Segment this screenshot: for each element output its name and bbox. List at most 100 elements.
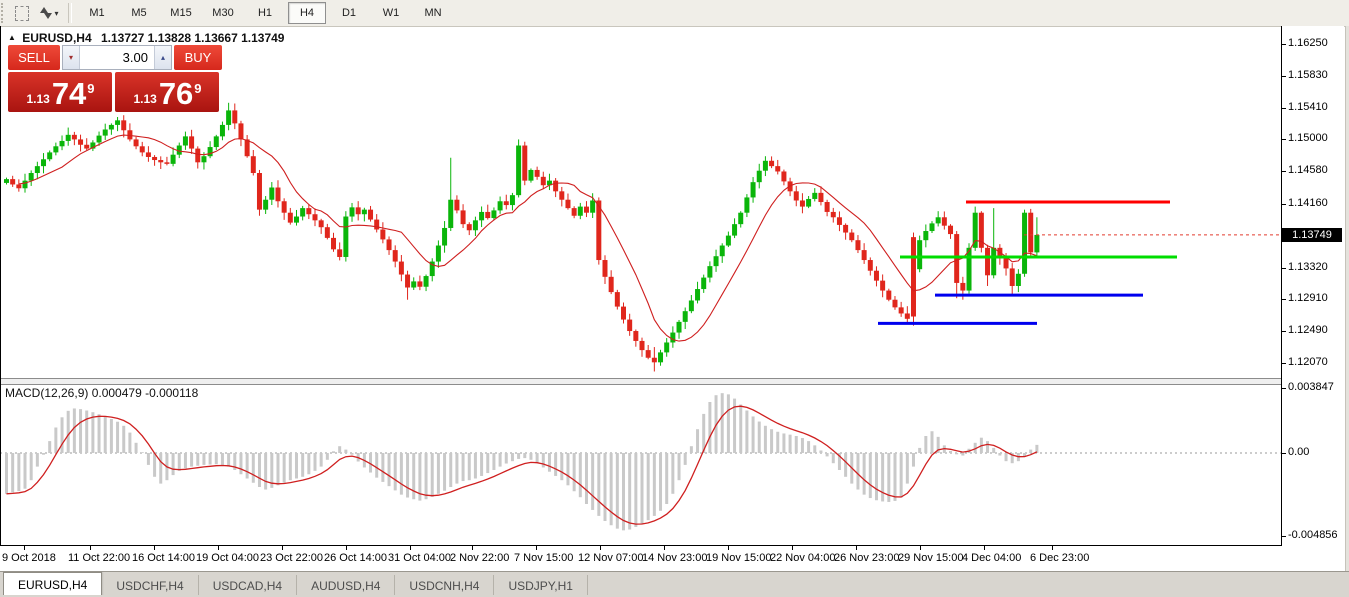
time-tick — [282, 546, 283, 550]
time-axis-label: 16 Oct 14:00 — [132, 552, 195, 564]
time-tick — [728, 546, 729, 550]
time-axis[interactable]: 9 Oct 201811 Oct 22:0016 Oct 14:0019 Oct… — [0, 546, 1349, 571]
sell-price-tile[interactable]: 1.13 74 9 — [8, 72, 112, 112]
price-axis-label: 1.12490 — [1288, 324, 1328, 336]
axis-tick — [1282, 139, 1286, 140]
volume-input[interactable] — [80, 46, 154, 69]
timeframe-button-group: M1M5M15M30H1H4D1W1MN — [76, 2, 454, 24]
time-tick — [1052, 546, 1053, 550]
time-tick — [792, 546, 793, 550]
time-axis-label: 19 Oct 04:00 — [196, 552, 259, 564]
symbol-tab-usdcad[interactable]: USDCAD,H4 — [199, 575, 297, 596]
sell-price-small: 1.13 — [26, 92, 49, 106]
symbol-tab-audusd[interactable]: AUDUSD,H4 — [297, 575, 395, 596]
window-right-edge — [1345, 26, 1349, 571]
price-axis-label: 1.12910 — [1288, 292, 1328, 304]
indicator-arrows-icon[interactable]: ▾ — [36, 4, 62, 22]
time-tick — [664, 546, 665, 550]
price-axis-label: 1.16250 — [1288, 37, 1328, 49]
axis-tick — [1282, 108, 1286, 109]
timeframe-button-w1[interactable]: W1 — [372, 2, 410, 24]
symbol-tab-usdcnh[interactable]: USDCNH,H4 — [395, 575, 494, 596]
symbol-tab-usdjpy[interactable]: USDJPY,H1 — [494, 575, 587, 596]
axis-tick — [1282, 331, 1286, 332]
timeframe-button-m15[interactable]: M15 — [162, 2, 200, 24]
macd-indicator-label: MACD(12,26,9) 0.000479 -0.000118 — [5, 386, 198, 400]
macd-axis-label: 0.003847 — [1288, 381, 1334, 393]
price-axis-label: 1.15410 — [1288, 101, 1328, 113]
time-axis-label: 26 Nov 23:00 — [834, 552, 899, 564]
symbol-tab-usdchf[interactable]: USDCHF,H4 — [102, 575, 198, 596]
timeframe-button-m30[interactable]: M30 — [204, 2, 242, 24]
axis-tick — [1282, 268, 1286, 269]
time-axis-label: 23 Oct 22:00 — [260, 552, 323, 564]
price-axis-label: 1.14580 — [1288, 164, 1328, 176]
price-axis-label: 1.12070 — [1288, 356, 1328, 368]
axis-tick — [1282, 363, 1286, 364]
macd-canvas[interactable] — [0, 383, 1281, 545]
time-axis-label: 6 Dec 23:00 — [1030, 552, 1089, 564]
time-tick — [920, 546, 921, 550]
buy-price-small: 1.13 — [133, 92, 156, 106]
buy-button[interactable]: BUY — [174, 45, 222, 70]
time-tick — [24, 546, 25, 550]
buy-price-sup: 9 — [194, 81, 201, 96]
toolbar-grip[interactable] — [1, 3, 7, 23]
time-tick — [218, 546, 219, 550]
symbol-tab-eurusd[interactable]: EURUSD,H4 — [3, 572, 102, 596]
time-tick — [154, 546, 155, 550]
symbol-title: EURUSD,H4 — [22, 31, 91, 45]
time-axis-label: 2 Nov 22:00 — [450, 552, 509, 564]
time-tick — [984, 546, 985, 550]
sell-price-big: 74 — [52, 78, 86, 110]
price-axis-label: 1.14160 — [1288, 197, 1328, 209]
timeframe-button-m1[interactable]: M1 — [78, 2, 116, 24]
sell-price-sup: 9 — [87, 81, 94, 96]
macd-axis-label: -0.004856 — [1288, 529, 1338, 541]
timeframe-button-h4[interactable]: H4 — [288, 2, 326, 24]
volume-decrease-button[interactable]: ▾ — [63, 46, 80, 69]
chart-title: ▲ EURUSD,H4 1.13727 1.13828 1.13667 1.13… — [8, 31, 284, 45]
volume-stepper: ▾ ▴ — [62, 45, 172, 70]
time-tick — [600, 546, 601, 550]
ohlc-values: 1.13727 1.13828 1.13667 1.13749 — [101, 31, 285, 45]
toolbar: ▾ M1M5M15M30H1H4D1W1MN — [0, 0, 1349, 27]
timeframe-button-d1[interactable]: D1 — [330, 2, 368, 24]
time-tick — [346, 546, 347, 550]
time-axis-label: 22 Nov 04:00 — [770, 552, 835, 564]
timeframe-button-mn[interactable]: MN — [414, 2, 452, 24]
current-price-tag: 1.13749 — [1282, 228, 1342, 242]
price-axis[interactable]: 1.162501.158301.154101.150001.145801.141… — [1282, 26, 1344, 545]
time-axis-label: 29 Nov 15:00 — [898, 552, 963, 564]
time-axis-label: 7 Nov 15:00 — [514, 552, 573, 564]
timeframe-button-h1[interactable]: H1 — [246, 2, 284, 24]
time-tick — [90, 546, 91, 550]
axis-tick — [1282, 536, 1286, 537]
time-axis-label: 4 Dec 04:00 — [962, 552, 1021, 564]
axis-tick — [1282, 204, 1286, 205]
symbol-tab-bar: EURUSD,H4USDCHF,H4USDCAD,H4AUDUSD,H4USDC… — [0, 571, 1349, 596]
time-axis-label: 31 Oct 04:00 — [388, 552, 451, 564]
axis-tick — [1282, 388, 1286, 389]
toolbar-separator — [68, 3, 72, 23]
price-axis-label: 1.15000 — [1288, 132, 1328, 144]
time-tick — [536, 546, 537, 550]
volume-increase-button[interactable]: ▴ — [154, 46, 171, 69]
sell-button[interactable]: SELL — [8, 45, 60, 70]
time-axis-label: 26 Oct 14:00 — [324, 552, 387, 564]
time-axis-label: 14 Nov 23:00 — [642, 552, 707, 564]
time-tick — [856, 546, 857, 550]
chart-window-icon[interactable] — [12, 4, 32, 22]
dropdown-caret-icon: ▾ — [54, 9, 58, 18]
axis-tick — [1282, 453, 1286, 454]
collapse-triangle-icon[interactable]: ▲ — [8, 33, 16, 42]
buy-price-tile[interactable]: 1.13 76 9 — [115, 72, 219, 112]
axis-tick — [1282, 44, 1286, 45]
timeframe-button-m5[interactable]: M5 — [120, 2, 158, 24]
time-tick — [410, 546, 411, 550]
trading-platform-window: ▾ M1M5M15M30H1H4D1W1MN ▲ EURUSD,H4 1.137… — [0, 0, 1349, 597]
time-tick — [472, 546, 473, 550]
time-axis-label: 19 Nov 15:00 — [706, 552, 771, 564]
axis-tick — [1282, 299, 1286, 300]
price-axis-label: 1.13320 — [1288, 261, 1328, 273]
